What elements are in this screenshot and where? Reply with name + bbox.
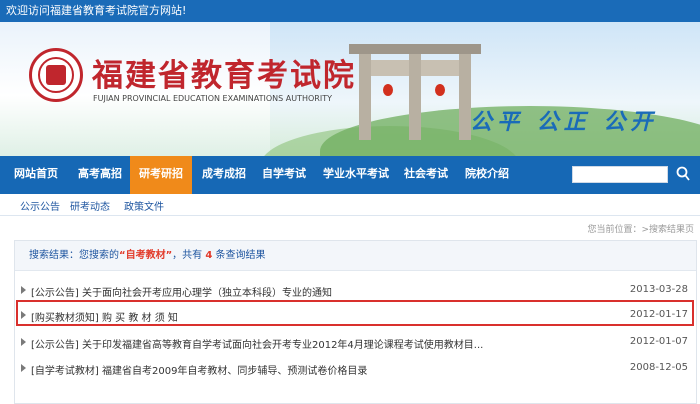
logo-seal-icon[interactable]: [29, 48, 83, 102]
main-nav: 网站首页 高考高招 研考研招 成考成招 自学考试 学业水平考试 社会考试 院校介…: [0, 156, 700, 194]
result-title[interactable]: [公示公告] 关于印发福建省高等教育自学考试面向社会开考专业2012年4月理论课…: [31, 336, 483, 351]
result-title[interactable]: [公示公告] 关于面向社会开考应用心理学（独立本科段）专业的通知: [31, 284, 332, 299]
result-title[interactable]: [自学考试教材] 福建省自考2009年自考教材、同步辅导、预测试卷价格目录: [31, 362, 367, 377]
search-input[interactable]: [572, 166, 668, 183]
highlight-box: [16, 300, 694, 326]
nav-item-home[interactable]: 网站首页: [6, 156, 66, 194]
list-item[interactable]: [公示公告] 关于印发福建省高等教育自学考试面向社会开考专业2012年4月理论课…: [15, 331, 696, 355]
sub-nav: 公示公告 研考动态 政策文件: [0, 194, 700, 216]
nav-item-yuanxiao[interactable]: 院校介绍: [458, 156, 516, 194]
subnav-item-announcements[interactable]: 公示公告: [20, 198, 60, 213]
search-icon[interactable]: [676, 166, 690, 182]
site-title: 福建省教育考试院: [92, 58, 356, 94]
results-summary: 搜索结果：您搜索的“自考教材”，共有 4 条查询结果: [15, 241, 696, 271]
site-subtitle: FUJIAN PROVINCIAL EDUCATION EXAMINATIONS…: [93, 94, 332, 103]
breadcrumb: 您当前位置：>搜索结果页: [587, 225, 694, 235]
nav-item-yankao[interactable]: 研考研招: [130, 156, 192, 194]
bullet-icon: [21, 364, 26, 372]
nav-item-chengkao[interactable]: 成考成招: [194, 156, 254, 194]
gate-illustration: [349, 40, 481, 140]
result-date: 2008-12-05: [629, 362, 688, 373]
welcome-text: 欢迎访问福建省教育考试院官方网站!: [6, 4, 187, 17]
nav-item-shehui[interactable]: 社会考试: [398, 156, 454, 194]
result-date: 2012-01-07: [629, 336, 688, 347]
nav-item-xueye[interactable]: 学业水平考试: [316, 156, 396, 194]
welcome-bar: 欢迎访问福建省教育考试院官方网站!: [0, 0, 700, 22]
nav-item-zikao[interactable]: 自学考试: [254, 156, 314, 194]
result-date: 2013-03-28: [629, 284, 688, 295]
search-keyword: “自考教材”: [119, 250, 173, 261]
result-count: 4: [205, 250, 213, 261]
bullet-icon: [21, 338, 26, 346]
bullet-icon: [21, 286, 26, 294]
list-item[interactable]: [自学考试教材] 福建省自考2009年自考教材、同步辅导、预测试卷价格目录 20…: [15, 357, 696, 381]
subnav-item-news[interactable]: 研考动态: [70, 198, 110, 213]
slogan: 公平 公正 公开: [470, 109, 658, 135]
subnav-item-policy[interactable]: 政策文件: [124, 198, 164, 213]
nav-item-gaokao[interactable]: 高考高招: [70, 156, 130, 194]
